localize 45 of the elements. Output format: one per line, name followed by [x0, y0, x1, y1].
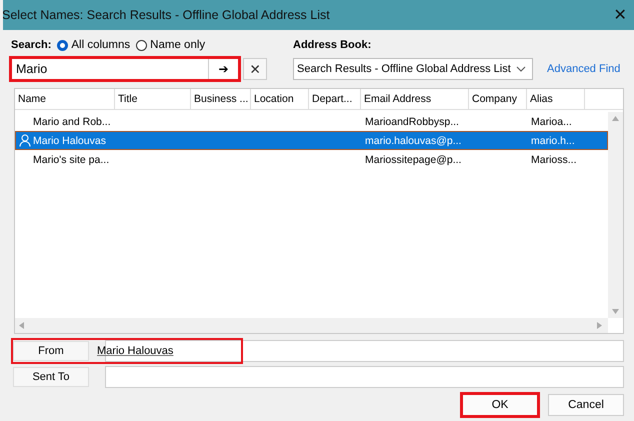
chevron-icon — [516, 66, 526, 72]
scroll-up-icon[interactable] — [612, 116, 619, 121]
search-field[interactable]: Mario ➔ — [11, 58, 239, 80]
recipient-name[interactable]: Mario Halouvas — [97, 345, 174, 357]
search-label: Search: — [11, 39, 52, 51]
person-icon — [19, 134, 31, 147]
column-header[interactable]: Email Address — [361, 89, 469, 109]
recipient-field[interactable] — [105, 366, 624, 388]
table-cell: Mario's site pa... — [33, 154, 110, 166]
result-row[interactable]: Mario's site pa... Mariossitepage@p... Marioss... — [15, 150, 608, 169]
table-cell: Mario Halouvas — [33, 134, 106, 146]
recipient-button[interactable]: From — [13, 341, 89, 361]
table-cell: Mario and Rob... — [33, 116, 111, 128]
scroll-down-icon[interactable] — [612, 309, 619, 314]
column-header[interactable]: Name — [15, 89, 115, 109]
column-header[interactable]: Business ... — [191, 89, 251, 109]
column-header[interactable]: Depart... — [309, 89, 361, 109]
radio-icon[interactable] — [57, 40, 68, 50]
clear-button[interactable]: ✕ — [243, 58, 267, 80]
advanced-find-link[interactable]: Advanced Find — [547, 63, 620, 75]
table-cell: Marioss... — [531, 154, 577, 166]
scroll-left-icon[interactable] — [19, 322, 24, 329]
table-cell: Marioa... — [531, 116, 572, 128]
radio-icon[interactable] — [136, 40, 148, 50]
column-header[interactable]: Location — [251, 89, 309, 109]
horizontal-scrollbar[interactable] — [15, 318, 608, 333]
radio-option[interactable]: All columns — [57, 39, 130, 51]
table-cell: mario.halouvas@p... — [365, 134, 462, 146]
dialog-button[interactable]: Cancel — [548, 394, 624, 416]
vertical-scrollbar[interactable] — [608, 112, 623, 318]
column-header[interactable]: Company — [469, 89, 527, 109]
column-header[interactable]: Title — [115, 89, 191, 109]
dialog-button[interactable]: OK — [462, 394, 538, 416]
address-book-label: Address Book: — [293, 38, 372, 53]
close-button[interactable]: ✕ — [603, 5, 634, 25]
address-book-dropdown[interactable]: Search Results - Offline Global Address List — [293, 58, 533, 80]
column-header[interactable]: Alias — [527, 89, 585, 109]
table-cell: MarioandRobbysp... — [365, 116, 459, 128]
recipient-button[interactable]: Sent To — [13, 367, 89, 387]
table-cell: Mariossitepage@p... — [365, 154, 462, 166]
result-row[interactable]: Mario and Rob... MarioandRobbysp... Marioa... — [15, 112, 608, 131]
scroll-right-icon[interactable] — [597, 322, 602, 329]
radio-option[interactable]: Name only — [136, 39, 206, 51]
result-row[interactable]: Mario Halouvas mario.halouvas@p... mario.h... — [15, 131, 608, 150]
table-cell: mario.h... — [531, 134, 575, 146]
